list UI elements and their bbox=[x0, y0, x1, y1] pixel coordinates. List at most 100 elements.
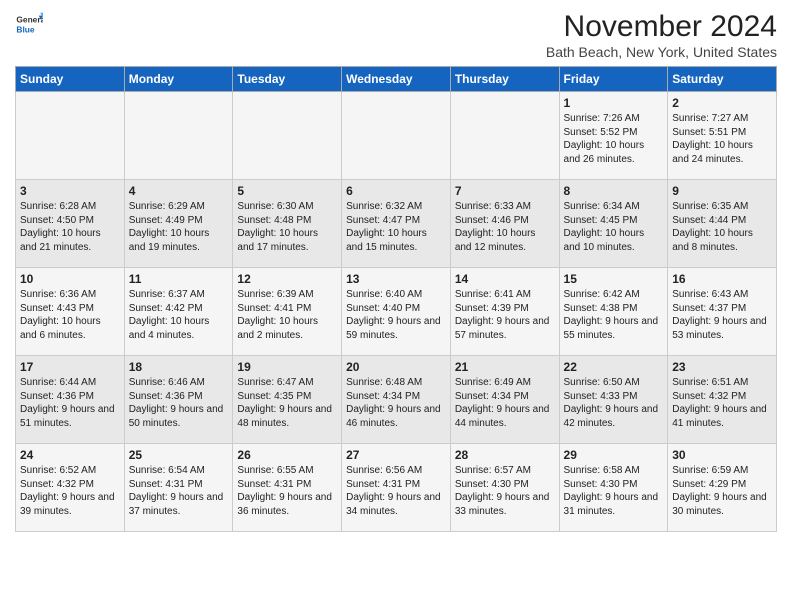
day-info: Sunrise: 6:48 AM Sunset: 4:34 PM Dayligh… bbox=[346, 376, 446, 430]
calendar-cell: 21Sunrise: 6:49 AM Sunset: 4:34 PM Dayli… bbox=[450, 356, 559, 444]
calendar-table: SundayMondayTuesdayWednesdayThursdayFrid… bbox=[15, 66, 777, 532]
title-area: November 2024 Bath Beach, New York, Unit… bbox=[546, 10, 777, 60]
calendar-cell: 4Sunrise: 6:29 AM Sunset: 4:49 PM Daylig… bbox=[124, 180, 233, 268]
day-number: 17 bbox=[20, 360, 120, 374]
day-number: 30 bbox=[672, 448, 772, 462]
day-number: 8 bbox=[564, 184, 664, 198]
day-number: 22 bbox=[564, 360, 664, 374]
location: Bath Beach, New York, United States bbox=[546, 44, 777, 60]
day-info: Sunrise: 6:39 AM Sunset: 4:41 PM Dayligh… bbox=[237, 288, 337, 342]
day-info: Sunrise: 6:40 AM Sunset: 4:40 PM Dayligh… bbox=[346, 288, 446, 342]
col-header-friday: Friday bbox=[559, 67, 668, 92]
day-number: 25 bbox=[129, 448, 229, 462]
calendar-cell: 25Sunrise: 6:54 AM Sunset: 4:31 PM Dayli… bbox=[124, 444, 233, 532]
day-number: 1 bbox=[564, 96, 664, 110]
day-number: 3 bbox=[20, 184, 120, 198]
calendar-cell bbox=[233, 92, 342, 180]
day-info: Sunrise: 6:46 AM Sunset: 4:36 PM Dayligh… bbox=[129, 376, 229, 430]
calendar-cell: 8Sunrise: 6:34 AM Sunset: 4:45 PM Daylig… bbox=[559, 180, 668, 268]
calendar-cell: 9 Sunrise: 6:35 AM Sunset: 4:44 PM Daylig… bbox=[668, 180, 777, 268]
calendar-cell: 2Sunrise: 7:27 AM Sunset: 5:51 PM Daylig… bbox=[668, 92, 777, 180]
header-row: SundayMondayTuesdayWednesdayThursdayFrid… bbox=[16, 67, 777, 92]
col-header-sunday: Sunday bbox=[16, 67, 125, 92]
page: General Blue November 2024 Bath Beach, N… bbox=[0, 0, 792, 542]
day-number: 14 bbox=[455, 272, 555, 286]
calendar-cell: 12Sunrise: 6:39 AM Sunset: 4:41 PM Dayli… bbox=[233, 268, 342, 356]
day-number: 11 bbox=[129, 272, 229, 286]
calendar-cell: 23Sunrise: 6:51 AM Sunset: 4:32 PM Dayli… bbox=[668, 356, 777, 444]
day-number: 24 bbox=[20, 448, 120, 462]
day-number: 7 bbox=[455, 184, 555, 198]
calendar-cell: 18 Sunrise: 6:46 AM Sunset: 4:36 PM Dayli… bbox=[124, 356, 233, 444]
day-info: Sunrise: 6:44 AM Sunset: 4:36 PM Dayligh… bbox=[20, 376, 120, 430]
header: General Blue November 2024 Bath Beach, N… bbox=[15, 10, 777, 60]
col-header-tuesday: Tuesday bbox=[233, 67, 342, 92]
day-number: 15 bbox=[564, 272, 664, 286]
day-info: Sunrise: 6:57 AM Sunset: 4:30 PM Dayligh… bbox=[455, 464, 555, 518]
calendar-cell: 11Sunrise: 6:37 AM Sunset: 4:42 PM Dayli… bbox=[124, 268, 233, 356]
calendar-cell: 26 Sunrise: 6:55 AM Sunset: 4:31 PM Dayli… bbox=[233, 444, 342, 532]
day-number: 9 bbox=[672, 184, 772, 198]
calendar-cell bbox=[342, 92, 451, 180]
week-row-3: 10 Sunrise: 6:36 AM Sunset: 4:43 PM Dayli… bbox=[16, 268, 777, 356]
day-info: Sunrise: 6:30 AM Sunset: 4:48 PM Dayligh… bbox=[237, 200, 337, 254]
col-header-wednesday: Wednesday bbox=[342, 67, 451, 92]
day-number: 27 bbox=[346, 448, 446, 462]
logo: General Blue bbox=[15, 10, 43, 38]
calendar-cell: 10 Sunrise: 6:36 AM Sunset: 4:43 PM Dayli… bbox=[16, 268, 125, 356]
calendar-cell: 27 Sunrise: 6:56 AM Sunset: 4:31 PM Dayli… bbox=[342, 444, 451, 532]
calendar-cell: 19 Sunrise: 6:47 AM Sunset: 4:35 PM Dayli… bbox=[233, 356, 342, 444]
day-info: Sunrise: 6:41 AM Sunset: 4:39 PM Dayligh… bbox=[455, 288, 555, 342]
week-row-5: 24 Sunrise: 6:52 AM Sunset: 4:32 PM Dayli… bbox=[16, 444, 777, 532]
day-info: Sunrise: 6:52 AM Sunset: 4:32 PM Dayligh… bbox=[20, 464, 120, 518]
calendar-cell: 1 Sunrise: 7:26 AM Sunset: 5:52 PM Daylig… bbox=[559, 92, 668, 180]
day-number: 4 bbox=[129, 184, 229, 198]
calendar-cell: 29Sunrise: 6:58 AM Sunset: 4:30 PM Dayli… bbox=[559, 444, 668, 532]
week-row-4: 17 Sunrise: 6:44 AM Sunset: 4:36 PM Dayli… bbox=[16, 356, 777, 444]
svg-text:General: General bbox=[16, 15, 43, 25]
day-number: 18 bbox=[129, 360, 229, 374]
calendar-cell: 6Sunrise: 6:32 AM Sunset: 4:47 PM Daylig… bbox=[342, 180, 451, 268]
day-number: 29 bbox=[564, 448, 664, 462]
calendar-cell: 30 Sunrise: 6:59 AM Sunset: 4:29 PM Dayli… bbox=[668, 444, 777, 532]
day-number: 19 bbox=[237, 360, 337, 374]
day-info: Sunrise: 6:43 AM Sunset: 4:37 PM Dayligh… bbox=[672, 288, 772, 342]
day-info: Sunrise: 6:36 AM Sunset: 4:43 PM Dayligh… bbox=[20, 288, 120, 342]
calendar-cell: 14 Sunrise: 6:41 AM Sunset: 4:39 PM Dayli… bbox=[450, 268, 559, 356]
day-number: 13 bbox=[346, 272, 446, 286]
calendar-cell: 20Sunrise: 6:48 AM Sunset: 4:34 PM Dayli… bbox=[342, 356, 451, 444]
day-info: Sunrise: 6:35 AM Sunset: 4:44 PM Dayligh… bbox=[672, 200, 772, 254]
calendar-cell bbox=[124, 92, 233, 180]
calendar-cell: 13 Sunrise: 6:40 AM Sunset: 4:40 PM Dayli… bbox=[342, 268, 451, 356]
calendar-cell: 28 Sunrise: 6:57 AM Sunset: 4:30 PM Dayli… bbox=[450, 444, 559, 532]
day-info: Sunrise: 7:26 AM Sunset: 5:52 PM Dayligh… bbox=[564, 112, 664, 166]
day-info: Sunrise: 6:56 AM Sunset: 4:31 PM Dayligh… bbox=[346, 464, 446, 518]
day-number: 28 bbox=[455, 448, 555, 462]
day-number: 10 bbox=[20, 272, 120, 286]
day-number: 26 bbox=[237, 448, 337, 462]
calendar-cell: 17 Sunrise: 6:44 AM Sunset: 4:36 PM Dayli… bbox=[16, 356, 125, 444]
col-header-thursday: Thursday bbox=[450, 67, 559, 92]
day-number: 5 bbox=[237, 184, 337, 198]
calendar-cell: 22Sunrise: 6:50 AM Sunset: 4:33 PM Dayli… bbox=[559, 356, 668, 444]
day-info: Sunrise: 6:32 AM Sunset: 4:47 PM Dayligh… bbox=[346, 200, 446, 254]
day-info: Sunrise: 6:33 AM Sunset: 4:46 PM Dayligh… bbox=[455, 200, 555, 254]
calendar-cell: 5 Sunrise: 6:30 AM Sunset: 4:48 PM Daylig… bbox=[233, 180, 342, 268]
day-info: Sunrise: 6:47 AM Sunset: 4:35 PM Dayligh… bbox=[237, 376, 337, 430]
month-title: November 2024 bbox=[546, 10, 777, 44]
day-info: Sunrise: 6:42 AM Sunset: 4:38 PM Dayligh… bbox=[564, 288, 664, 342]
day-info: Sunrise: 6:59 AM Sunset: 4:29 PM Dayligh… bbox=[672, 464, 772, 518]
week-row-1: 1 Sunrise: 7:26 AM Sunset: 5:52 PM Daylig… bbox=[16, 92, 777, 180]
day-number: 2 bbox=[672, 96, 772, 110]
calendar-cell bbox=[16, 92, 125, 180]
calendar-cell: 15 Sunrise: 6:42 AM Sunset: 4:38 PM Dayli… bbox=[559, 268, 668, 356]
day-info: Sunrise: 6:28 AM Sunset: 4:50 PM Dayligh… bbox=[20, 200, 120, 254]
day-info: Sunrise: 6:55 AM Sunset: 4:31 PM Dayligh… bbox=[237, 464, 337, 518]
calendar-cell: 3 Sunrise: 6:28 AM Sunset: 4:50 PM Daylig… bbox=[16, 180, 125, 268]
calendar-cell: 24 Sunrise: 6:52 AM Sunset: 4:32 PM Dayli… bbox=[16, 444, 125, 532]
svg-text:Blue: Blue bbox=[16, 24, 34, 34]
calendar-cell bbox=[450, 92, 559, 180]
week-row-2: 3 Sunrise: 6:28 AM Sunset: 4:50 PM Daylig… bbox=[16, 180, 777, 268]
day-info: Sunrise: 6:49 AM Sunset: 4:34 PM Dayligh… bbox=[455, 376, 555, 430]
col-header-monday: Monday bbox=[124, 67, 233, 92]
